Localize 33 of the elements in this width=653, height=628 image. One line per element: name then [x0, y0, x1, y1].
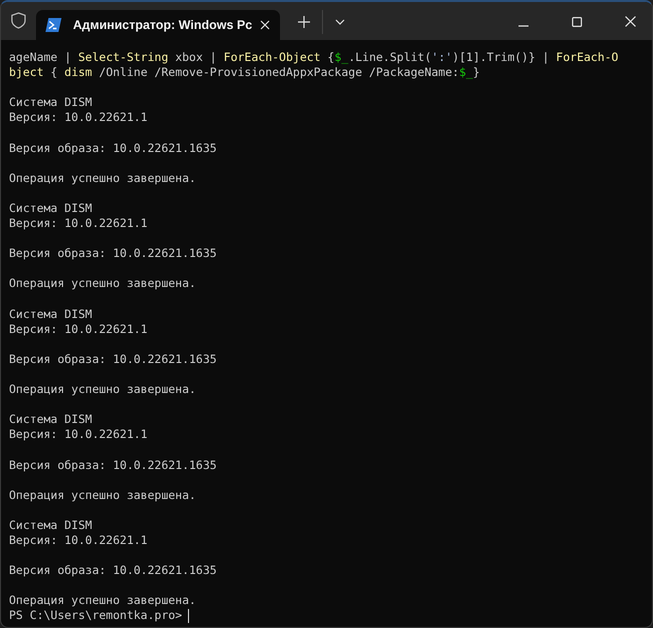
minimize-icon[interactable] — [518, 25, 529, 27]
console-line: Система DISM — [9, 412, 94, 428]
console-line: Версия образа: 10.0.22621.1635 — [9, 140, 218, 156]
console-line: Версия образа: 10.0.22621.1635 — [9, 352, 218, 367]
console-line: Версия: 10.0.22621.1 — [9, 427, 148, 442]
console-line: Версия образа: 10.0.22621.1635 — [9, 246, 218, 262]
maximize-icon[interactable] — [572, 17, 582, 27]
console-line: bject { dism /Online /Remove-ProvisionedAppxPackage /PackageName:$_} — [9, 65, 481, 80]
console-line: Система DISM — [9, 200, 94, 216]
console-line: Версия: 10.0.22621.1 — [9, 533, 148, 548]
console-line: Операция успешно завершена. — [9, 593, 197, 608]
console-line: Версия образа: 10.0.22621.1635 — [9, 458, 218, 473]
console-line: Версия образа: 10.0.22621.1635 — [9, 563, 218, 578]
console-line: Система DISM — [9, 95, 94, 110]
dropdown-caret-icon[interactable] — [335, 19, 345, 25]
console-line: Операция успешно завершена. — [9, 382, 197, 398]
new-tab-icon[interactable] — [298, 16, 310, 28]
console-line: Версия: 10.0.22621.1 — [9, 216, 148, 232]
console-line: Операция успешно завершена. — [9, 276, 197, 292]
console-line: Система DISM — [9, 306, 94, 322]
powershell-icon — [45, 18, 62, 32]
close-tab-icon[interactable] — [260, 20, 270, 30]
console-line: ageName | Select-String xbox | ForEach-Object {$_.Line.Split(':')[1].Trim()} | ForEach-O — [9, 50, 620, 66]
console-line: Версия: 10.0.22621.1 — [9, 110, 148, 126]
close-icon[interactable] — [625, 16, 636, 27]
shield-icon — [11, 12, 26, 29]
console-line: Операция успешно завершена. — [9, 488, 197, 503]
terminal-tab[interactable]: Администратор: Windows Pc — [36, 10, 280, 40]
console-line: Версия: 10.0.22621.1 — [9, 322, 148, 337]
console-line: Операция успешно завершена. — [9, 170, 197, 186]
tab-title: Администратор: Windows Pc — [73, 18, 252, 32]
console-line: Система DISM — [9, 518, 94, 533]
command-prompt: PS C:\Users\remontka.pro> — [9, 608, 182, 624]
